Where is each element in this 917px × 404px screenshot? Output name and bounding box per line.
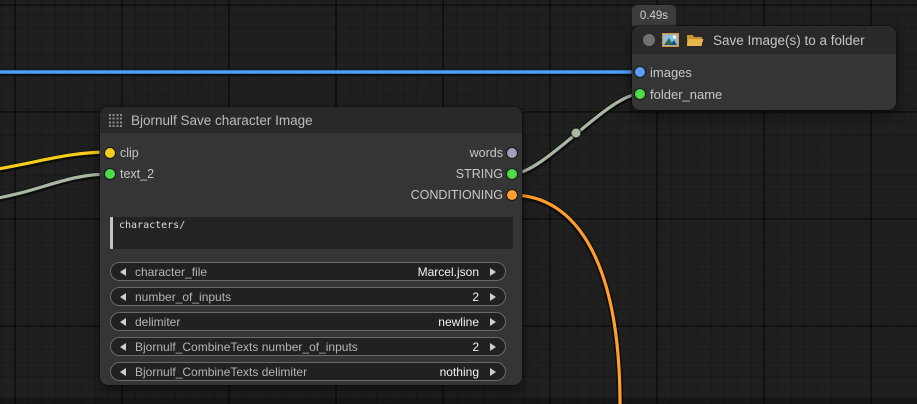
widget-label: character_file (135, 265, 207, 279)
execution-time-badge: 0.49s (632, 5, 676, 26)
input-port-clip[interactable] (105, 148, 115, 158)
increment-arrow-icon[interactable] (490, 268, 496, 276)
increment-arrow-icon[interactable] (490, 343, 496, 351)
link-midpoint-dot[interactable] (571, 128, 581, 138)
wire-shadow (0, 175, 110, 200)
widget-value: 2 (472, 290, 479, 304)
output-row-string: STRING (302, 164, 522, 184)
decrement-arrow-icon[interactable] (120, 268, 126, 276)
node-title-bar[interactable]: Bjornulf Save character Image (100, 107, 522, 133)
decrement-arrow-icon[interactable] (120, 368, 126, 376)
input-row-text2: text_2 (100, 164, 300, 184)
input-row-folder-name: folder_name (632, 84, 832, 104)
output-label: words (470, 146, 503, 160)
input-label: images (650, 65, 692, 80)
increment-arrow-icon[interactable] (490, 318, 496, 326)
widget-value: nothing (440, 365, 479, 379)
increment-arrow-icon[interactable] (490, 293, 496, 301)
folder-icon (686, 33, 704, 47)
node-title-bar[interactable]: Save Image(s) to a folder (632, 26, 896, 54)
input-label: folder_name (650, 87, 722, 102)
image-icon (662, 33, 679, 47)
decrement-arrow-icon[interactable] (120, 293, 126, 301)
widget-combinetexts-delimiter[interactable]: Bjornulf_CombineTexts delimiter nothing (110, 362, 506, 381)
node-graph-canvas[interactable]: { "canvas": { "bg": "#1f1f1f" }, "wires"… (0, 0, 917, 404)
output-label: STRING (456, 167, 503, 181)
input-row-clip: clip (100, 143, 300, 163)
drag-dots-icon (109, 114, 122, 127)
widget-label: delimiter (135, 315, 180, 329)
widget-combinetexts-number-of-inputs[interactable]: Bjornulf_CombineTexts number_of_inputs 2 (110, 337, 506, 356)
widget-value: Marcel.json (418, 265, 479, 279)
widget-value: newline (438, 315, 479, 329)
input-row-images: images (632, 62, 832, 82)
input-port-folder-name[interactable] (635, 89, 645, 99)
widget-character-file[interactable]: character_file Marcel.json (110, 262, 506, 281)
text-input-characters[interactable]: characters/ (110, 217, 513, 249)
widget-value: 2 (472, 340, 479, 354)
collapse-dot[interactable] (643, 34, 655, 46)
wire-conditioning (512, 195, 620, 404)
increment-arrow-icon[interactable] (490, 368, 496, 376)
output-port-words[interactable] (507, 148, 517, 158)
decrement-arrow-icon[interactable] (120, 318, 126, 326)
output-label: CONDITIONING (411, 188, 503, 202)
wire-shadow (512, 196, 620, 404)
wire-shadow (0, 153, 110, 171)
widget-delimiter[interactable]: delimiter newline (110, 312, 506, 331)
node-save-images-to-folder[interactable]: Save Image(s) to a folder images folder_… (632, 26, 896, 110)
node-title: Bjornulf Save character Image (131, 113, 313, 128)
input-label: text_2 (120, 167, 154, 181)
node-bjornulf-save-character-image[interactable]: Bjornulf Save character Image clip text_… (100, 107, 522, 385)
output-port-conditioning[interactable] (507, 190, 517, 200)
widget-label: Bjornulf_CombineTexts number_of_inputs (135, 340, 358, 354)
input-port-text2[interactable] (105, 169, 115, 179)
output-row-words: words (302, 143, 522, 163)
widget-label: number_of_inputs (135, 290, 231, 304)
input-label: clip (120, 146, 139, 160)
input-port-images[interactable] (635, 67, 645, 77)
node-title: Save Image(s) to a folder (713, 33, 865, 48)
widget-label: Bjornulf_CombineTexts delimiter (135, 365, 307, 379)
output-port-string[interactable] (507, 169, 517, 179)
widget-number-of-inputs[interactable]: number_of_inputs 2 (110, 287, 506, 306)
output-row-conditioning: CONDITIONING (302, 185, 522, 205)
decrement-arrow-icon[interactable] (120, 343, 126, 351)
